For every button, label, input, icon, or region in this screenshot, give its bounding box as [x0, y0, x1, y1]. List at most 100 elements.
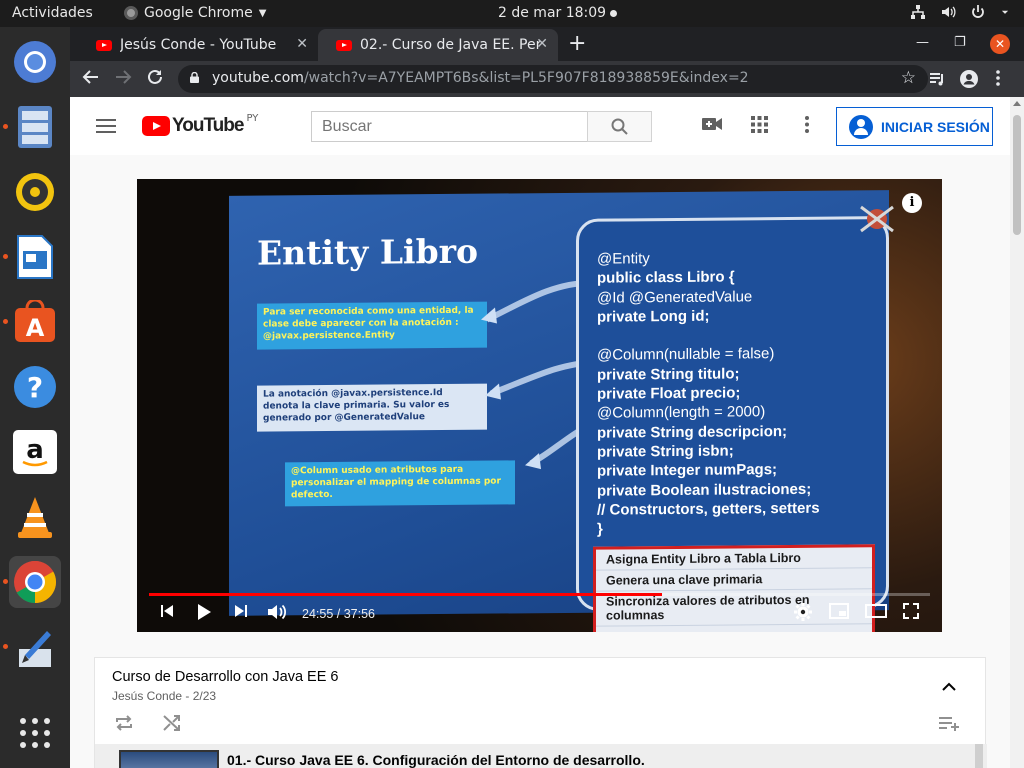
amazon-dock-item[interactable]: a: [9, 426, 61, 478]
time-display: 24:55 / 37:56: [302, 607, 375, 621]
search-input[interactable]: [311, 111, 588, 142]
tab-title: 02.- Curso de Java EE. Per: [360, 37, 540, 53]
playlist-scrollbar[interactable]: [975, 744, 983, 768]
minimize-button[interactable]: —: [916, 35, 929, 50]
code-line: @Column(length = 2000): [597, 403, 766, 423]
clock[interactable]: 2 de mar 18:09: [498, 5, 618, 21]
scroll-up-arrow-icon[interactable]: [1013, 101, 1021, 106]
window-close-button[interactable]: ✕: [990, 34, 1010, 54]
fullscreen-button[interactable]: [903, 603, 919, 623]
loop-playlist-button[interactable]: [114, 714, 134, 736]
maximize-button[interactable]: ❐: [954, 35, 966, 50]
theater-mode-button[interactable]: [865, 603, 887, 623]
app-menu[interactable]: Google Chrome ▼: [124, 5, 266, 21]
clock-label: 2 de mar 18:09: [498, 5, 607, 21]
notification-dot-icon: [610, 9, 618, 17]
writer-dock-item[interactable]: [3, 231, 61, 283]
kebab-menu-icon: [996, 70, 1000, 86]
youtube-logo[interactable]: YouTube PY: [142, 113, 258, 137]
play-button[interactable]: [196, 603, 212, 625]
video-player[interactable]: Entity Libro Para ser reconocida como un…: [137, 179, 942, 632]
playlist-item[interactable]: 01.- Curso Java EE 6. Configuración del …: [95, 744, 987, 768]
miniplayer-button[interactable]: [829, 603, 849, 623]
files-dock-item[interactable]: [3, 101, 61, 153]
code-line: private Integer numPags;: [597, 461, 778, 480]
new-tab-button[interactable]: +: [568, 33, 586, 55]
rhythmbox-dock-item[interactable]: [9, 166, 61, 218]
help-dock-item[interactable]: ?: [9, 361, 61, 413]
create-video-button[interactable]: [702, 116, 722, 136]
vlc-dock-item[interactable]: [9, 491, 61, 543]
tab-youtube-channel[interactable]: Jesús Conde - YouTube ✕: [78, 29, 318, 61]
media-control-button[interactable]: [928, 70, 946, 92]
scrollbar-thumb[interactable]: [1013, 115, 1021, 235]
code-line: private Float precio;: [597, 384, 741, 403]
sign-in-button[interactable]: INICIAR SESIÓN: [836, 107, 993, 146]
reload-button[interactable]: [146, 68, 164, 91]
shuffle-playlist-button[interactable]: [162, 714, 182, 736]
back-button[interactable]: [82, 68, 100, 91]
video-frame: Entity Libro Para ser reconocida como un…: [137, 179, 942, 632]
playlist-subtitle[interactable]: Jesús Conde - 2/23: [112, 689, 216, 703]
forward-button[interactable]: [114, 68, 132, 91]
chevron-down-icon: ▼: [258, 7, 267, 19]
playlist-music-icon: [930, 73, 943, 86]
playlist-add-icon: [939, 717, 959, 731]
system-tray[interactable]: [910, 4, 1010, 20]
gear-icon: [794, 603, 812, 621]
mute-button[interactable]: [267, 603, 287, 625]
running-indicator: [3, 254, 8, 259]
previous-button[interactable]: [159, 603, 175, 623]
search-icon: [611, 118, 628, 135]
arrow-right-icon: [116, 70, 132, 84]
address-bar[interactable]: youtube.com/watch?v=A7YEAMPT6Bs&list=PL5…: [178, 65, 928, 93]
software-dock-item[interactable]: A: [3, 296, 61, 348]
close-icon[interactable]: ✕: [536, 36, 548, 52]
collapse-playlist-button[interactable]: [942, 676, 956, 695]
kebab-menu-icon: [805, 116, 809, 133]
power-icon: [972, 5, 984, 18]
slide-note: Para ser reconocida como una entidad, la…: [257, 301, 487, 350]
chrome-dock-item[interactable]: [3, 556, 61, 608]
dock: A ? a: [0, 27, 70, 768]
code-line: private String isbn;: [597, 442, 734, 461]
chrome-app-icon: [124, 6, 138, 20]
playlist-title[interactable]: Curso de Desarrollo con Java EE 6: [112, 669, 338, 685]
code-line: }: [597, 520, 603, 538]
software-center-icon: A: [15, 300, 55, 342]
search-button[interactable]: [587, 111, 652, 142]
show-applications-button[interactable]: [9, 707, 61, 759]
profile-button[interactable]: [960, 70, 978, 92]
bookmark-star-icon[interactable]: ☆: [901, 68, 916, 88]
info-icon[interactable]: i: [902, 193, 922, 213]
youtube-wordmark: YouTube: [172, 115, 244, 136]
settings-button[interactable]: HD: [794, 603, 812, 625]
save-playlist-button[interactable]: [938, 716, 960, 736]
shuffle-icon: [163, 715, 180, 731]
next-button[interactable]: [233, 603, 249, 623]
tab-video[interactable]: 02.- Curso de Java EE. Per ✕: [318, 29, 558, 61]
repeat-icon: [116, 715, 132, 731]
chrome-window: Jesús Conde - YouTube ✕ 02.- Curso de Ja…: [70, 27, 1024, 768]
activities-button[interactable]: Actividades: [12, 5, 93, 21]
chromium-dock-item[interactable]: [9, 36, 61, 88]
chromium-icon: [14, 41, 56, 83]
page-scrollbar[interactable]: [1010, 97, 1024, 768]
text-editor-dock-item[interactable]: [3, 621, 61, 673]
apps-grid-icon: [751, 116, 768, 133]
reload-icon: [148, 69, 162, 84]
rhythmbox-icon: [16, 173, 54, 211]
chevron-down-icon: [1001, 10, 1009, 14]
progress-bar[interactable]: [149, 593, 930, 596]
svg-text:A: A: [26, 314, 45, 342]
volume-icon: [268, 604, 287, 620]
code-line: private String titulo;: [597, 365, 740, 384]
hamburger-menu-icon[interactable]: [96, 119, 116, 133]
running-indicator: [3, 644, 8, 649]
playlist-item-title: 01.- Curso Java EE 6. Configuración del …: [227, 752, 645, 768]
settings-menu-button[interactable]: [805, 116, 809, 137]
close-icon[interactable]: ✕: [296, 36, 308, 52]
chrome-menu-button[interactable]: [996, 70, 1000, 90]
apps-button[interactable]: [751, 116, 768, 137]
